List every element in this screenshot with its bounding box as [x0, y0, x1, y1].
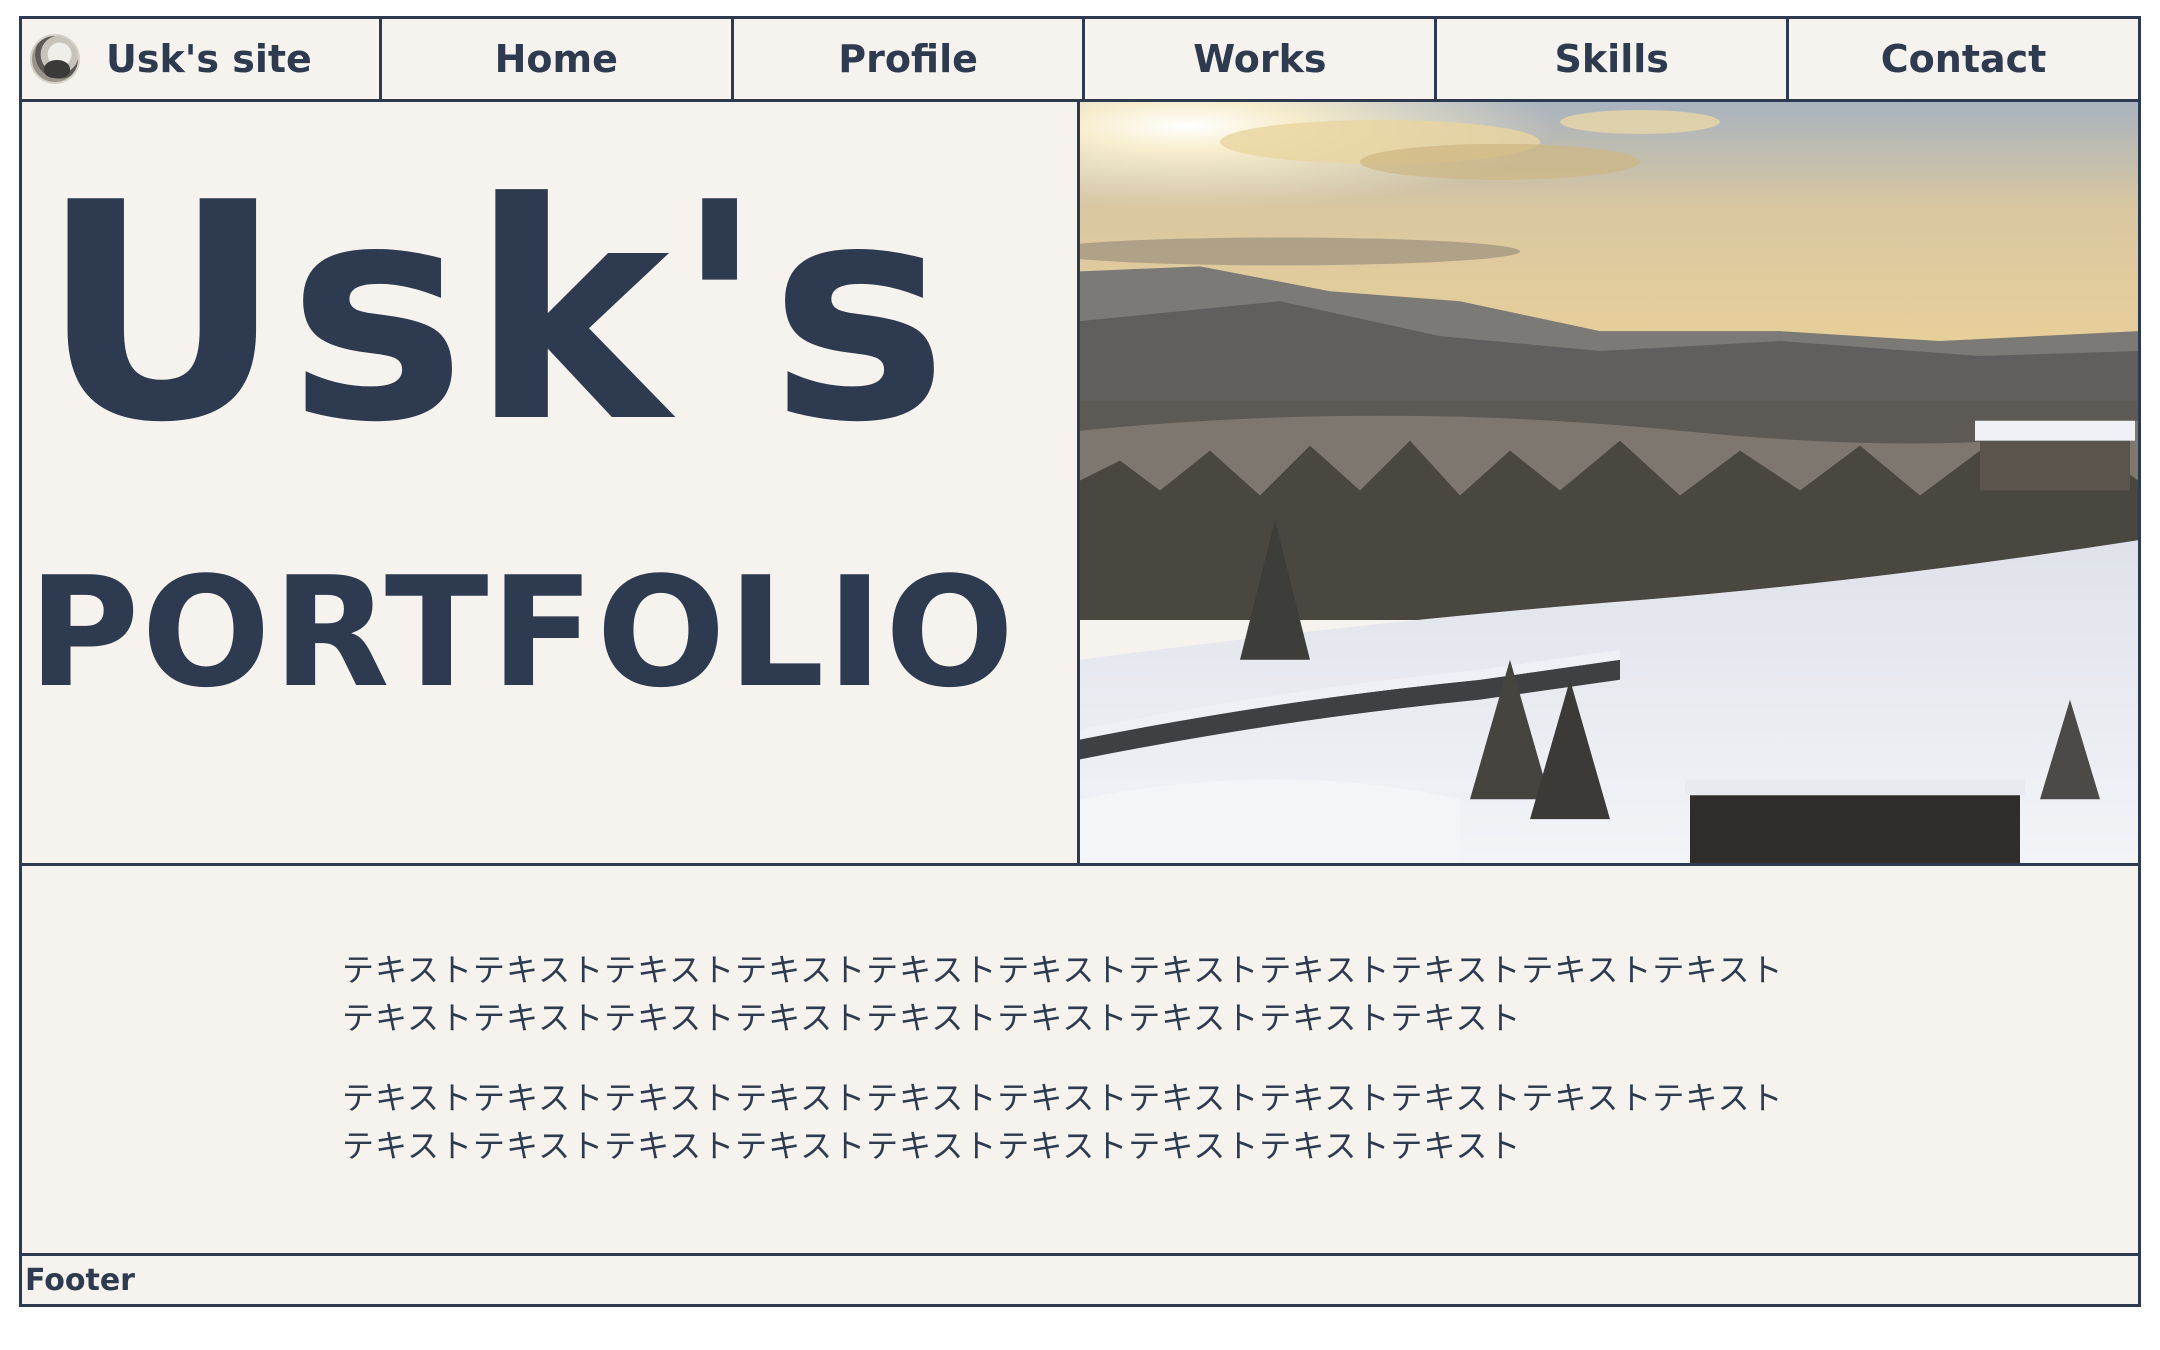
top-nav: Usk's site Home Profile Works Skills Con… [22, 19, 2138, 102]
nav-item-contact[interactable]: Contact [1789, 19, 2138, 99]
content-section: テキストテキストテキストテキストテキストテキストテキストテキストテキストテキスト… [22, 866, 2138, 1256]
nav-item-home[interactable]: Home [382, 19, 734, 99]
content-paragraph: テキストテキストテキストテキストテキストテキストテキストテキストテキストテキスト… [342, 951, 1784, 1037]
avatar [30, 34, 80, 84]
nav-item-skills[interactable]: Skills [1437, 19, 1790, 99]
content-paragraph: テキストテキストテキストテキストテキストテキストテキストテキストテキストテキスト… [342, 1079, 1784, 1165]
hero-text-panel: Usk's PORTFOLIO [22, 102, 1080, 866]
footer-label: Footer [25, 1262, 135, 1298]
nav-item-profile[interactable]: Profile [734, 19, 1086, 99]
site-brand-link[interactable]: Usk's site [22, 19, 382, 99]
hero-title: Usk's [40, 139, 953, 488]
footer: Footer [25, 1256, 135, 1304]
page-frame: Usk's site Home Profile Works Skills Con… [19, 16, 2141, 1307]
hero-subtitle: PORTFOLIO [28, 544, 1017, 721]
nav-item-works[interactable]: Works [1085, 19, 1438, 99]
hero-photo [1080, 102, 2138, 866]
site-brand-label: Usk's site [106, 37, 312, 81]
snowy-landscape-image [1080, 102, 2138, 863]
